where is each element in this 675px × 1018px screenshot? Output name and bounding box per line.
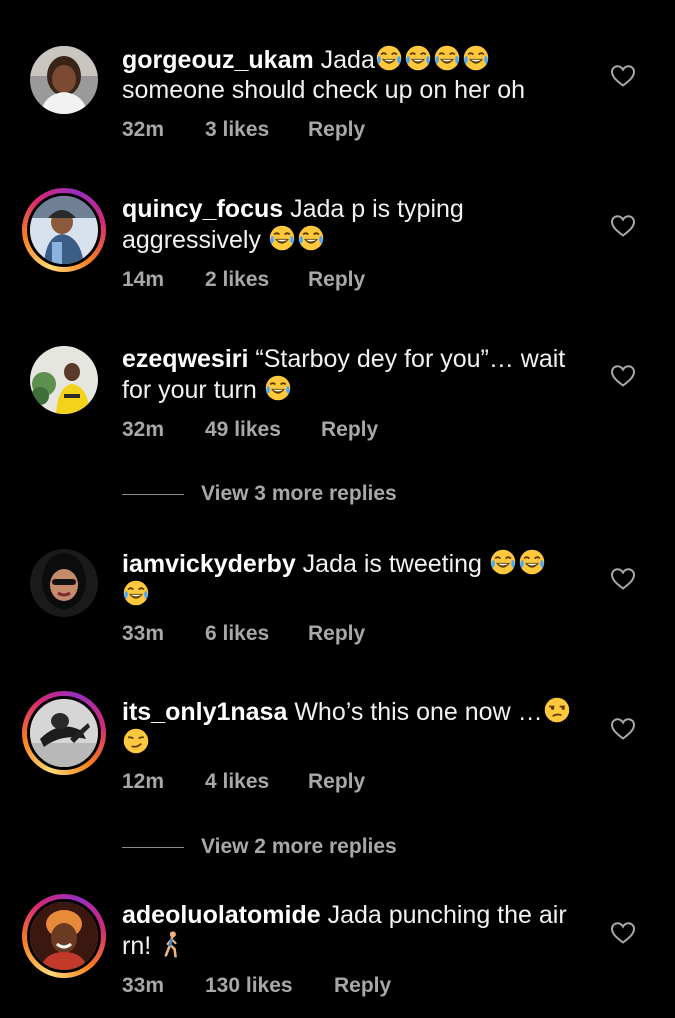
reply-button[interactable]: Reply xyxy=(308,770,365,794)
comment-time: 14m xyxy=(122,268,165,291)
comment-likes[interactable]: 130 likes xyxy=(205,974,293,998)
joy-emoji xyxy=(518,548,546,576)
reply-button[interactable]: Reply xyxy=(334,974,391,998)
view-more-replies-label[interactable]: View 3 more replies xyxy=(201,481,397,507)
view-more-replies-label[interactable]: View 2 more replies xyxy=(201,834,397,860)
heart-outline-icon[interactable] xyxy=(610,717,636,741)
comment-line-2: rn! xyxy=(122,930,592,961)
comment-username[interactable]: ezeqwesiri xyxy=(122,345,248,373)
comment-username[interactable]: its_only1nasa xyxy=(122,698,287,726)
comment-text: Jada p is typing xyxy=(290,195,464,223)
comment-line-1: quincy_focus Jada p is typing xyxy=(122,194,592,224)
joy-emoji xyxy=(264,374,292,402)
walking-person-emoji xyxy=(158,930,186,958)
avatar-image xyxy=(30,46,98,114)
avatar-image xyxy=(30,346,98,414)
view-more-replies-button[interactable]: View 2 more replies xyxy=(122,834,522,860)
comment-item: quincy_focus Jada p is typing aggressive… xyxy=(0,160,675,310)
heart-outline-icon[interactable] xyxy=(610,64,636,88)
comment-likes[interactable]: 3 likes xyxy=(205,118,269,142)
comment-list: gorgeouz_ukam Jada someone should check … xyxy=(0,0,675,1018)
reply-button[interactable]: Reply xyxy=(308,268,365,292)
comment-likes[interactable]: 4 likes xyxy=(205,770,269,794)
comment-text: Who’s this one now … xyxy=(294,698,543,726)
comment-username[interactable]: quincy_focus xyxy=(122,195,283,223)
heart-outline-icon[interactable] xyxy=(610,214,636,238)
avatar-story-ring[interactable] xyxy=(22,894,106,978)
comment-text: someone should check up on her oh xyxy=(122,76,526,104)
replies-divider xyxy=(122,494,184,495)
joy-emoji xyxy=(433,44,461,72)
comment-text: Jada is tweeting xyxy=(302,550,482,578)
joy-emoji xyxy=(268,224,296,252)
joy-emoji xyxy=(489,548,517,576)
comment-text: Jada xyxy=(320,46,375,74)
comment-line-2: for your turn xyxy=(122,374,592,405)
comment-text: “Starboy dey for you”… wait xyxy=(255,345,566,373)
unamused-emoji xyxy=(543,696,571,724)
comment-likes[interactable]: 49 likes xyxy=(205,418,281,442)
comment-line-2 xyxy=(122,727,592,758)
avatar-image xyxy=(30,549,98,617)
heart-outline-icon[interactable] xyxy=(610,921,636,945)
comment-likes[interactable]: 2 likes xyxy=(205,268,269,292)
comment-time: 32m xyxy=(122,118,165,141)
comment-text: rn! xyxy=(122,932,152,960)
view-more-replies-button[interactable]: View 3 more replies xyxy=(122,481,522,507)
avatar-story-ring[interactable] xyxy=(22,691,106,775)
avatar-image xyxy=(27,193,101,267)
comment-username[interactable]: adeoluolatomide xyxy=(122,901,321,929)
comment-text: for your turn xyxy=(122,376,257,404)
reply-button[interactable]: Reply xyxy=(308,622,365,646)
reply-button[interactable]: Reply xyxy=(308,118,365,142)
joy-emoji xyxy=(122,579,150,607)
avatar-image xyxy=(27,899,101,973)
comment-line-1: its_only1nasa Who’s this one now … xyxy=(122,696,592,727)
comment-text: aggressively xyxy=(122,226,261,254)
joy-emoji xyxy=(462,44,490,72)
comment-line-1: iamvickyderby Jada is tweeting xyxy=(122,548,592,579)
smirk-emoji xyxy=(122,727,150,755)
comment-line-1: gorgeouz_ukam Jada xyxy=(122,44,592,75)
reply-button[interactable]: Reply xyxy=(321,418,378,442)
comment-username[interactable]: gorgeouz_ukam xyxy=(122,46,314,74)
comment-item: iamvickyderby Jada is tweeting 33m 6 lik… xyxy=(0,512,675,662)
heart-outline-icon[interactable] xyxy=(610,364,636,388)
comment-time: 32m xyxy=(122,418,165,441)
joy-emoji xyxy=(404,44,432,72)
comment-text: Jada punching the air xyxy=(327,901,567,929)
comment-line-1: adeoluolatomide Jada punching the air xyxy=(122,900,592,930)
comment-time: 33m xyxy=(122,622,165,645)
joy-emoji xyxy=(375,44,403,72)
avatar[interactable] xyxy=(30,549,98,617)
avatar[interactable] xyxy=(30,346,98,414)
comment-time: 33m xyxy=(122,974,165,997)
joy-emoji xyxy=(297,224,325,252)
avatar[interactable] xyxy=(30,46,98,114)
comment-line-1: ezeqwesiri “Starboy dey for you”… wait xyxy=(122,344,592,374)
heart-outline-icon[interactable] xyxy=(610,567,636,591)
comment-username[interactable]: iamvickyderby xyxy=(122,550,296,578)
comment-item: adeoluolatomide Jada punching the air rn… xyxy=(0,866,675,1018)
replies-divider xyxy=(122,847,184,848)
avatar-story-ring[interactable] xyxy=(22,188,106,272)
comment-item: gorgeouz_ukam Jada someone should check … xyxy=(0,0,675,160)
comment-item: its_only1nasa Who’s this one now … 12m 4… xyxy=(0,662,675,812)
comment-time: 12m xyxy=(122,770,165,793)
comment-line-2 xyxy=(122,579,592,610)
avatar-image xyxy=(27,696,101,770)
comment-line-2: aggressively xyxy=(122,224,592,255)
comment-item: ezeqwesiri “Starboy dey for you”… wait f… xyxy=(0,310,675,460)
comment-likes[interactable]: 6 likes xyxy=(205,622,269,646)
comment-line-2: someone should check up on her oh xyxy=(122,75,592,105)
